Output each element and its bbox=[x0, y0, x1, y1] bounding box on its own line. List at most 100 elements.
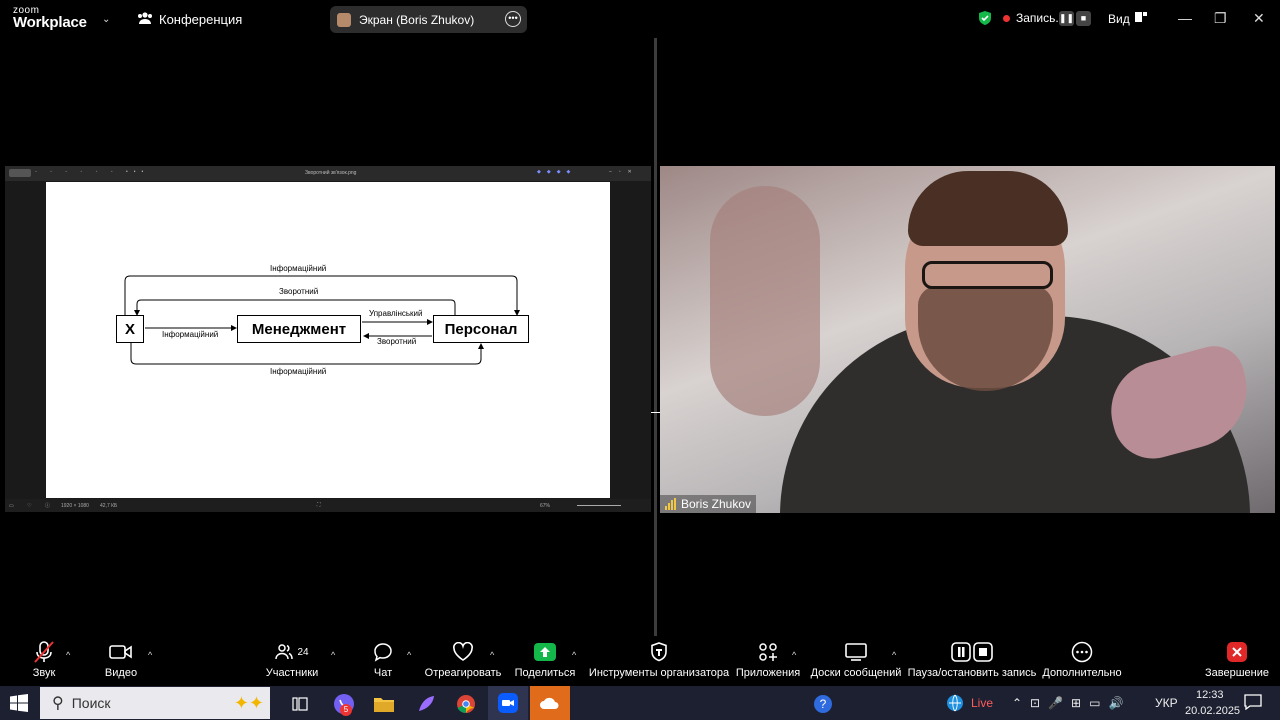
viewer-fit-icon: ⛶ bbox=[317, 502, 321, 508]
heart-icon bbox=[452, 637, 474, 667]
viewer-dimensions: 1920 × 1080 bbox=[61, 503, 89, 509]
system-tray-icons[interactable]: ⌃⊡🎤⊞▭🔊 bbox=[1012, 696, 1131, 710]
apps-label: Приложения bbox=[735, 667, 801, 679]
chat-bubble-icon bbox=[373, 637, 393, 667]
end-meeting-label: Завершение bbox=[1205, 667, 1269, 679]
viewer-action-icons: ◆◆◆◆ bbox=[537, 169, 577, 175]
help-tray-icon[interactable]: ? bbox=[809, 690, 837, 718]
notifications-icon[interactable] bbox=[1244, 694, 1262, 715]
end-meeting-button[interactable]: Завершение bbox=[1205, 637, 1269, 686]
viber-badge: 5 bbox=[340, 704, 352, 716]
meeting-title: Конференция bbox=[159, 12, 243, 27]
participants-button[interactable]: 24 Участники bbox=[262, 637, 322, 686]
apps-button[interactable]: Приложения bbox=[736, 637, 800, 686]
keyboard-language[interactable]: УКР bbox=[1155, 696, 1178, 710]
viewer-zoom-slider bbox=[577, 505, 621, 506]
participant-name: Boris Zhukov bbox=[681, 497, 752, 511]
view-layout-icon bbox=[1134, 11, 1147, 26]
presenter-avatar bbox=[337, 12, 351, 27]
apps-options-chevron-icon[interactable]: ^ bbox=[792, 650, 796, 660]
people-group-icon bbox=[137, 11, 153, 28]
host-shield-icon bbox=[650, 637, 668, 667]
brand-menu-chevron-icon[interactable]: ⌄ bbox=[102, 14, 110, 25]
whiteboard-icon bbox=[845, 637, 867, 667]
host-tools-button[interactable]: Инструменты организатора bbox=[588, 637, 730, 686]
screen-share-label: Экран (Boris Zhukov) bbox=[359, 12, 475, 27]
pause-recording-button[interactable]: ❚❚ bbox=[1059, 11, 1074, 26]
viewer-tool-icons: ◦ ◦ ◦ ◦ ◦ ◦ ••• bbox=[35, 169, 150, 175]
viber-app-icon[interactable]: 5 bbox=[330, 690, 358, 718]
live-label: Live bbox=[971, 696, 994, 710]
pause-stop-icon bbox=[951, 637, 993, 667]
participants-count: 24 bbox=[297, 646, 309, 658]
diagram-node-x: X bbox=[116, 315, 144, 343]
pause-stop-recording-button[interactable]: Пауза/остановить запись bbox=[908, 637, 1036, 686]
windows-start-icon[interactable] bbox=[10, 694, 28, 717]
share-label: Поделиться bbox=[514, 667, 576, 679]
diagram-node-staff: Персонал bbox=[433, 315, 529, 343]
cloud-app-icon bbox=[540, 697, 559, 709]
signal-strength-icon bbox=[665, 498, 676, 510]
whiteboards-options-chevron-icon[interactable]: ^ bbox=[892, 650, 896, 660]
edge-label-info-bottom: Інформаційний bbox=[270, 367, 327, 376]
react-button[interactable]: Отреагировать bbox=[425, 637, 501, 686]
react-options-chevron-icon[interactable]: ^ bbox=[490, 650, 494, 660]
security-shield-icon[interactable] bbox=[977, 10, 993, 26]
taskbar-search-box[interactable]: ⚲ Поиск ✦✦ bbox=[40, 687, 270, 719]
minimize-window-button[interactable]: — bbox=[1178, 10, 1192, 26]
edge-label-feedback-top: Зворотний bbox=[279, 287, 319, 296]
video-figure-glasses bbox=[922, 261, 1053, 289]
more-button[interactable]: Дополнительно bbox=[1042, 637, 1122, 686]
cloud-app-taskbar-item[interactable] bbox=[530, 686, 570, 720]
video-label: Видео bbox=[104, 667, 138, 679]
recording-label: Запись... bbox=[1016, 11, 1066, 25]
more-options-icon[interactable]: ••• bbox=[505, 11, 521, 27]
chrome-app-icon[interactable] bbox=[452, 690, 480, 718]
zoom-taskbar-item[interactable] bbox=[488, 686, 528, 720]
microphone-muted-icon bbox=[33, 637, 55, 667]
whiteboards-button[interactable]: Доски сообщений bbox=[811, 637, 901, 686]
view-button[interactable]: Вид bbox=[1108, 11, 1147, 26]
edge-label-info-top: Інформаційний bbox=[270, 264, 327, 273]
meeting-info-button[interactable]: Конференция bbox=[137, 11, 242, 28]
participant-video-tile[interactable]: Boris Zhukov bbox=[660, 166, 1275, 513]
brand-bottom: Workplace bbox=[13, 14, 87, 31]
taskbar-time[interactable]: 12:33 bbox=[1196, 689, 1224, 701]
image-viewer-toolbar: ◦ ◦ ◦ ◦ ◦ ◦ ••• Зворотний зв'язок.png ◆◆… bbox=[5, 166, 651, 181]
shared-screen[interactable]: ◦ ◦ ◦ ◦ ◦ ◦ ••• Зворотний зв'язок.png ◆◆… bbox=[5, 166, 651, 512]
more-dots-icon bbox=[1071, 637, 1093, 667]
file-explorer-icon[interactable] bbox=[370, 690, 398, 718]
host-tools-label: Инструменты организатора bbox=[588, 667, 730, 679]
task-view-icon[interactable] bbox=[286, 690, 314, 718]
search-placeholder: Поиск bbox=[71, 695, 111, 711]
edge-label-control: Управлінський bbox=[369, 309, 423, 318]
diagram-image: X Менеджмент Персонал Інформаційний Звор… bbox=[46, 182, 610, 498]
zoom-app-icon bbox=[498, 693, 518, 713]
screen-share-indicator[interactable]: Экран (Boris Zhukov) ••• bbox=[330, 6, 527, 33]
search-highlight-sparkle-icon: ✦✦ bbox=[233, 692, 264, 713]
video-options-chevron-icon[interactable]: ^ bbox=[148, 650, 152, 660]
viewer-filename: Зворотний зв'язок.png bbox=[305, 170, 357, 176]
taskbar-date[interactable]: 20.02.2025 bbox=[1185, 705, 1240, 717]
close-window-button[interactable]: ✕ bbox=[1253, 10, 1265, 27]
video-camera-icon bbox=[109, 637, 133, 667]
stop-recording-button[interactable]: ■ bbox=[1076, 11, 1091, 26]
video-figure-hair bbox=[908, 171, 1068, 246]
participant-name-tag: Boris Zhukov bbox=[660, 495, 757, 513]
audio-button[interactable]: Звук bbox=[24, 637, 64, 686]
share-button[interactable]: Поделиться bbox=[514, 637, 576, 686]
restore-window-button[interactable]: ❐ bbox=[1214, 10, 1227, 27]
diagram-node-management: Менеджмент bbox=[237, 315, 361, 343]
feather-app-icon[interactable] bbox=[412, 690, 440, 718]
share-options-chevron-icon[interactable]: ^ bbox=[572, 650, 576, 660]
chat-options-chevron-icon[interactable]: ^ bbox=[407, 650, 411, 660]
live-widget-icon[interactable] bbox=[946, 694, 964, 717]
participants-options-chevron-icon[interactable]: ^ bbox=[331, 650, 335, 660]
audio-options-chevron-icon[interactable]: ^ bbox=[66, 650, 70, 660]
view-splitter[interactable] bbox=[654, 38, 657, 636]
edge-label-info-left: Інформаційний bbox=[162, 330, 219, 339]
video-button[interactable]: Видео bbox=[101, 637, 141, 686]
chat-button[interactable]: Чат bbox=[366, 637, 400, 686]
search-icon: ⚲ bbox=[52, 695, 64, 712]
chat-label: Чат bbox=[373, 667, 393, 679]
